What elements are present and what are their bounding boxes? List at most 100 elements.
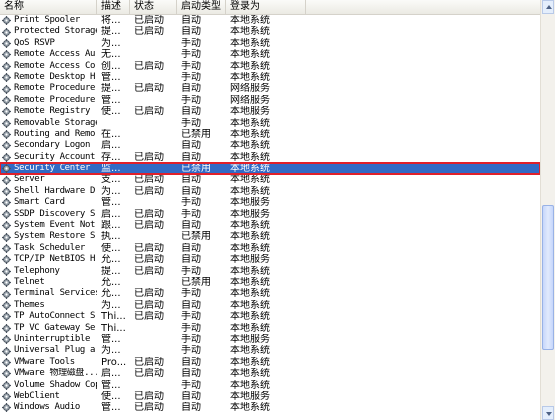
service-logon-as: 本地系统 — [230, 163, 270, 175]
service-row[interactable]: VMware Tools Pro... 已启动 自动 本地系统 — [0, 357, 540, 368]
service-row[interactable]: Universal Plug a... 为... 手动 本地系统 — [0, 345, 540, 356]
service-startup-type: 手动 — [181, 265, 201, 277]
service-status: 已启动 — [134, 356, 164, 368]
service-row[interactable]: Telnet 允... 已禁用 本地系统 — [0, 277, 540, 288]
service-description: 为... — [101, 185, 121, 197]
column-header-startup-type[interactable]: 启动类型 — [177, 0, 226, 14]
row-filler — [306, 323, 540, 334]
service-row-selected[interactable]: Security Center 监... 已禁用 本地系统 — [0, 162, 541, 176]
service-row[interactable]: System Restore S... 执... 已禁用 本地系统 — [0, 231, 540, 242]
service-row[interactable]: Secondary Logon 启... 自动 本地系统 — [0, 140, 540, 151]
service-gear-icon — [2, 118, 11, 128]
service-row[interactable]: Security Account... 存... 已启动 自动 本地系统 — [0, 152, 540, 163]
service-description: 提... — [101, 26, 121, 38]
service-name-cell: Server — [0, 174, 97, 185]
service-row[interactable]: TP VC Gateway Se... Thi... 手动 本地系统 — [0, 323, 540, 334]
service-startup-type: 自动 — [181, 140, 201, 152]
service-row[interactable]: Windows Audio 管... 已启动 自动 本地系统 — [0, 402, 540, 413]
service-startup-type: 自动 — [181, 106, 201, 118]
service-gear-icon — [2, 323, 11, 333]
service-row[interactable]: Print Spooler 将... 已启动 自动 本地系统 — [0, 15, 540, 26]
service-row[interactable]: Routing and Remo... 在... 已禁用 本地系统 — [0, 129, 540, 140]
service-description — [97, 118, 130, 129]
service-gear-icon — [2, 300, 11, 310]
service-name: Telnet — [14, 276, 45, 287]
row-filler — [306, 118, 540, 129]
column-header-name[interactable]: 名称 — [0, 0, 97, 14]
service-startup-type: 自动 — [181, 402, 201, 414]
column-header-logon-as[interactable]: 登录为 — [226, 0, 306, 14]
service-status: 已启动 — [134, 368, 164, 380]
row-filler — [306, 357, 540, 368]
column-header-status[interactable]: 状态 — [130, 0, 177, 14]
service-row[interactable]: Remote Desktop H... 管... 手动 本地系统 — [0, 72, 540, 83]
service-name-cell: TP AutoConnect S... — [0, 311, 97, 322]
service-status: 已启动 — [134, 15, 164, 26]
service-description: 创... — [101, 60, 121, 72]
service-description: 管... — [101, 333, 121, 345]
service-description: 管... — [101, 197, 121, 209]
column-header-description[interactable]: 描述 — [97, 0, 130, 14]
service-name: Terminal Services — [14, 288, 97, 299]
scrollbar-thumb[interactable] — [542, 205, 554, 350]
row-filler — [306, 254, 540, 265]
scroll-down-button[interactable] — [542, 406, 554, 420]
service-logon-as: 本地系统 — [230, 345, 270, 357]
service-startup-type: 自动 — [181, 254, 201, 266]
service-row[interactable]: VMware 物理磁盘... 启... 已启动 自动 本地系统 — [0, 368, 540, 379]
service-startup-type: 自动 — [181, 299, 201, 311]
service-row[interactable]: Smart Card 管... 手动 本地服务 — [0, 197, 540, 208]
row-filler — [306, 243, 540, 254]
service-logon-as: 网络服务 — [230, 83, 270, 95]
service-row[interactable]: Shell Hardware D... 为... 已启动 自动 本地系统 — [0, 186, 540, 197]
service-name: Remote Access Co... — [14, 60, 97, 71]
service-row[interactable]: Task Scheduler 使... 已启动 自动 本地系统 — [0, 243, 540, 254]
service-gear-icon — [2, 266, 11, 276]
service-row[interactable]: Remote Procedure... 提... 已启动 自动 网络服务 — [0, 83, 540, 94]
service-status — [130, 323, 177, 334]
scroll-up-button[interactable] — [542, 0, 554, 14]
service-row[interactable]: SSDP Discovery S... 启... 已启动 手动 本地服务 — [0, 209, 540, 220]
service-logon-as: 本地系统 — [230, 368, 270, 380]
service-logon-as: 本地系统 — [230, 117, 270, 129]
service-name: TP VC Gateway Se... — [14, 322, 97, 333]
service-row[interactable]: Themes 为... 已启动 自动 本地系统 — [0, 300, 540, 311]
service-status: 已启动 — [134, 402, 164, 414]
services-list[interactable]: Print Spooler 将... 已启动 自动 本地系统 Protected Stor… — [0, 15, 541, 414]
service-row[interactable]: Remote Access Co... 创... 已启动 手动 本地系统 — [0, 61, 540, 72]
service-logon-as: 本地系统 — [230, 311, 270, 323]
service-name: Routing and Remo... — [14, 128, 97, 139]
row-filler — [306, 231, 540, 242]
service-logon-as: 本地服务 — [230, 208, 270, 220]
service-row[interactable]: Terminal Services 允... 已启动 手动 本地系统 — [0, 288, 540, 299]
service-name: Remote Procedure... — [14, 94, 97, 105]
service-logon-as: 本地服务 — [230, 106, 270, 118]
row-filler — [306, 72, 540, 83]
service-name-cell: TCP/IP NetBIOS H... — [0, 254, 97, 265]
service-row[interactable]: System Event Not... 跟... 已启动 自动 本地系统 — [0, 220, 540, 231]
service-row[interactable]: QoS RSVP 为... 手动 本地系统 — [0, 38, 540, 49]
service-name-cell: QoS RSVP — [0, 38, 97, 49]
row-filler — [306, 49, 540, 60]
service-row[interactable]: Volume Shadow Copy 管... 手动 本地系统 — [0, 380, 540, 391]
service-row[interactable]: Uninterruptible ... 管... 手动 本地服务 — [0, 334, 540, 345]
service-row[interactable]: Remote Access Au... 无... 手动 本地系统 — [0, 49, 540, 60]
service-row[interactable]: TCP/IP NetBIOS H... 允... 已启动 自动 本地服务 — [0, 254, 540, 265]
row-filler — [306, 380, 540, 391]
service-row[interactable]: TP AutoConnect S... Thi... 已启动 手动 本地系统 — [0, 311, 540, 322]
service-row[interactable]: Protected Storage 提... 已启动 自动 本地系统 — [0, 26, 540, 37]
service-name-cell: Volume Shadow Copy — [0, 380, 97, 391]
vertical-scrollbar[interactable] — [540, 0, 555, 420]
service-row[interactable]: Server 支... 已启动 自动 本地系统 — [0, 174, 540, 185]
service-row[interactable]: WebClient 使... 已启动 自动 本地服务 — [0, 391, 540, 402]
service-gear-icon — [2, 73, 11, 83]
service-description: 管... — [101, 402, 121, 414]
service-gear-icon — [2, 232, 11, 242]
service-description: 启... — [101, 368, 121, 380]
service-row[interactable]: Remote Registry 使... 已启动 自动 本地服务 — [0, 106, 540, 117]
service-row[interactable]: Removable Storage 手动 本地系统 — [0, 118, 540, 129]
service-row[interactable]: Telephony 提... 已启动 手动 本地系统 — [0, 266, 540, 277]
service-gear-icon — [2, 152, 11, 162]
service-status — [130, 197, 177, 208]
service-row[interactable]: Remote Procedure... 管... 手动 网络服务 — [0, 95, 540, 106]
